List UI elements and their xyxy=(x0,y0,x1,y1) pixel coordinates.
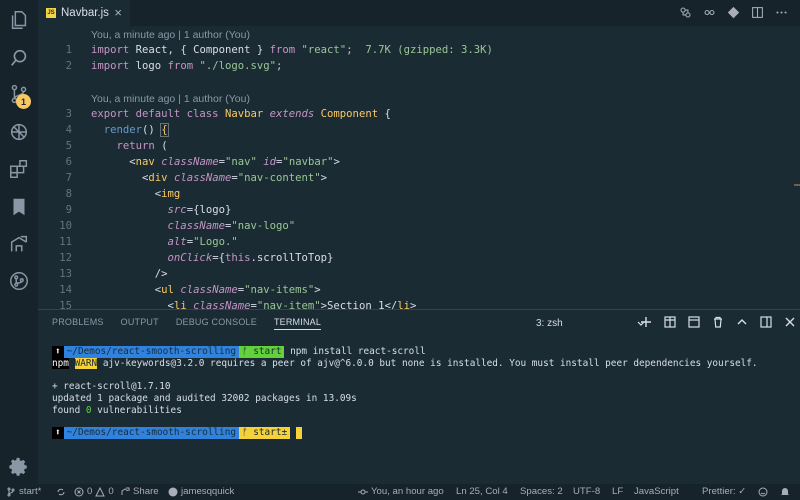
bell-icon[interactable] xyxy=(780,484,790,500)
prompt-branch: ᚠ start± xyxy=(238,427,291,439)
github-icon xyxy=(168,487,178,497)
js-file-icon: JS xyxy=(46,8,56,18)
share-icon xyxy=(121,487,130,495)
problems-count[interactable]: 0 0 xyxy=(74,484,114,500)
code-line: 7 <div className="nav-content"> xyxy=(65,172,328,184)
gitlens-icon[interactable] xyxy=(7,269,31,293)
git-commit-icon[interactable] xyxy=(726,5,740,19)
prompt-path: ~/Demos/react-smooth-scrolling xyxy=(63,427,239,439)
code-line: 10 className="nav-logo" xyxy=(59,220,296,232)
bottom-panel: PROBLEMS OUTPUT DEBUG CONSOLE TERMINAL 3… xyxy=(38,309,800,484)
terminal-command: npm install react-scroll xyxy=(290,346,426,357)
gear-icon[interactable] xyxy=(7,455,31,479)
code-line: 12 onClick={this.scrollToTop} xyxy=(59,252,334,264)
terminal-view-icon[interactable] xyxy=(687,315,700,328)
git-branch-icon xyxy=(7,487,15,497)
tab-output[interactable]: OUTPUT xyxy=(121,317,159,330)
error-icon xyxy=(74,487,84,497)
terminal-cursor xyxy=(295,426,302,439)
chevron-up-icon[interactable] xyxy=(735,315,748,328)
github-user[interactable]: jamesqquick xyxy=(168,484,234,500)
tab-terminal[interactable]: TERMINAL xyxy=(273,317,322,330)
cursor-position[interactable]: Ln 25, Col 4 xyxy=(456,484,508,500)
indentation[interactable]: Spaces: 2 xyxy=(520,484,563,500)
more-actions-icon[interactable] xyxy=(774,5,788,19)
terminal-line[interactable]: ⬆ ~/Demos/react-smooth-scrolling ᚠ start± xyxy=(52,426,302,439)
close-icon[interactable]: × xyxy=(114,5,122,20)
import-cost: 7.7K (gzipped: 3.3K) xyxy=(365,44,493,56)
status-bar: start* 0 0 Share jamesqquick You, an hou… xyxy=(0,484,800,500)
terminal-select-value: 3: zsh xyxy=(536,317,563,329)
tab-debug-console[interactable]: DEBUG CONSOLE xyxy=(176,317,257,330)
panel-tabs: PROBLEMS OUTPUT DEBUG CONSOLE TERMINAL xyxy=(52,317,322,330)
prompt-home: ⬆ xyxy=(52,427,64,439)
code-line: 2 import logo from "./logo.svg"; xyxy=(65,60,283,72)
git-blame[interactable]: You, an hour ago xyxy=(358,484,444,500)
panel-actions xyxy=(639,315,796,328)
code-line: 14 <ul className="nav-items"> xyxy=(59,284,321,296)
code-line: 9 src={logo} xyxy=(65,204,232,216)
codelens-author[interactable]: You, a minute ago | 1 author (You) xyxy=(91,29,250,41)
code-line: 13 /> xyxy=(59,268,168,280)
live-share-icon[interactable] xyxy=(7,232,31,256)
terminal-line: found 0 vulnerabilities xyxy=(52,405,182,416)
compare-icon[interactable] xyxy=(702,5,716,19)
code-line: 6 <nav className="nav" id="navbar"> xyxy=(65,156,340,168)
bookmark-icon[interactable] xyxy=(7,195,31,219)
sync-icon[interactable] xyxy=(56,484,66,500)
search-icon[interactable] xyxy=(7,46,31,70)
trash-icon[interactable] xyxy=(711,315,724,328)
tab-navbar-js[interactable]: JS Navbar.js × xyxy=(38,0,130,26)
terminal-line: npm WARN ajv-keywords@3.2.0 requires a p… xyxy=(52,358,758,369)
split-editor-icon[interactable] xyxy=(750,5,764,19)
code-line: 4 render() { xyxy=(65,123,169,137)
live-share-button[interactable]: Share xyxy=(120,484,159,500)
split-terminal-icon[interactable] xyxy=(663,315,676,328)
tab-bar: JS Navbar.js × xyxy=(38,0,800,26)
commit-icon xyxy=(358,489,368,495)
tab-label: Navbar.js xyxy=(61,7,109,19)
warning-icon xyxy=(95,487,106,497)
editor-actions xyxy=(678,5,788,19)
code-line: 8 <img xyxy=(65,188,181,200)
panel-layout-icon[interactable] xyxy=(759,315,772,328)
scm-badge: 1 xyxy=(16,94,31,109)
open-changes-icon[interactable] xyxy=(678,5,692,19)
smiley-icon[interactable] xyxy=(758,484,768,500)
line-ending[interactable]: LF xyxy=(612,484,623,500)
prettier-status[interactable]: Prettier: ✓ xyxy=(702,484,746,500)
code-line: 3 export default class Navbar extends Com… xyxy=(65,108,391,120)
scrollbar-marker xyxy=(794,184,800,186)
encoding[interactable]: UTF-8 xyxy=(573,484,600,500)
code-editor[interactable]: You, a minute ago | 1 author (You) 1 impo… xyxy=(38,26,800,328)
close-icon[interactable] xyxy=(783,315,796,328)
code-line: 1 import React, { Component } from "react… xyxy=(65,44,493,56)
tab-problems[interactable]: PROBLEMS xyxy=(52,317,104,330)
files-icon[interactable] xyxy=(7,8,31,32)
activity-bar: 1 xyxy=(0,0,38,484)
git-branch[interactable]: start* xyxy=(6,484,41,500)
terminal-select[interactable]: 3: zsh xyxy=(530,314,650,332)
debug-icon[interactable] xyxy=(7,120,31,144)
language-mode[interactable]: JavaScript xyxy=(634,484,679,500)
code-line: 5 return ( xyxy=(65,140,168,152)
code-line: 11 alt="Logo." xyxy=(59,236,238,248)
new-terminal-icon[interactable] xyxy=(639,315,652,328)
extensions-icon[interactable] xyxy=(7,157,31,181)
codelens-author[interactable]: You, a minute ago | 1 author (You) xyxy=(91,93,250,105)
